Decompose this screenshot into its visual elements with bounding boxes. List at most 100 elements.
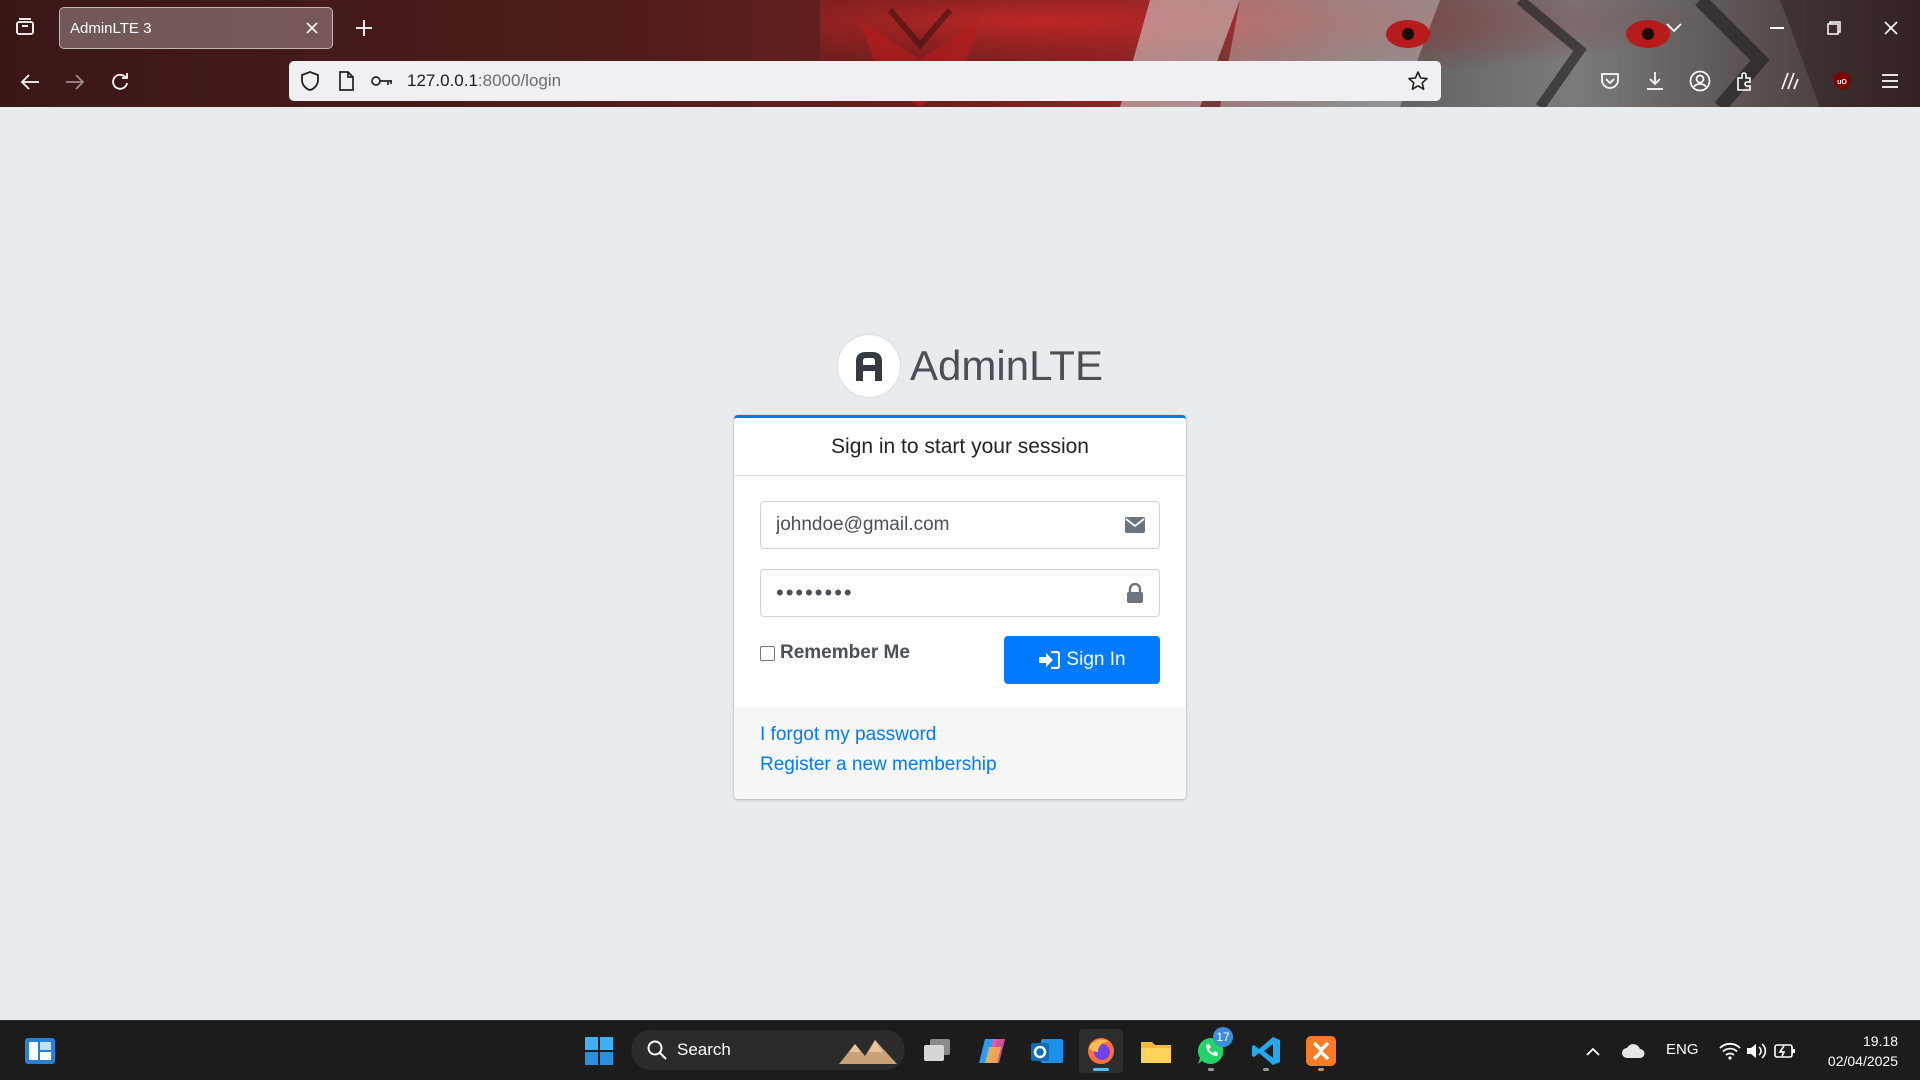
url-host: 127.0.0.1: [407, 71, 478, 90]
ublock-icon: uO: [1834, 72, 1850, 90]
close-tab-button[interactable]: [298, 14, 326, 42]
close-icon: [1884, 21, 1898, 35]
site-info-button[interactable]: [331, 66, 361, 96]
widgets-icon: [25, 1038, 55, 1064]
back-icon: [20, 74, 39, 90]
list-all-tabs-button[interactable]: [1654, 12, 1694, 44]
active-indicator: [1093, 1068, 1109, 1071]
remember-me-label[interactable]: Remember Me: [780, 642, 910, 664]
ublock-button[interactable]: uO: [1826, 65, 1858, 97]
file-explorer-button[interactable]: [1134, 1029, 1178, 1073]
whatsapp-badge: 17: [1213, 1027, 1233, 1047]
tab-list-button[interactable]: [10, 12, 40, 42]
browser-chrome: AdminLTE 3 127.0.0.1:8000/login uO: [0, 0, 1920, 107]
forward-button[interactable]: [58, 65, 92, 99]
menu-icon: [1882, 74, 1898, 88]
sign-in-label: Sign In: [1066, 649, 1126, 670]
running-indicator: [1208, 1068, 1214, 1071]
search-icon: [647, 1040, 667, 1060]
password-key-button[interactable]: [367, 66, 397, 96]
vscode-button[interactable]: [1244, 1029, 1288, 1073]
url-text: 127.0.0.1:8000/login: [407, 71, 561, 91]
battery-icon: [1774, 1044, 1795, 1058]
remember-me[interactable]: Remember Me: [760, 642, 910, 664]
onedrive-button[interactable]: [1611, 1029, 1655, 1073]
login-card-footer: I forgot my password Register a new memb…: [734, 707, 1186, 799]
star-icon: [1408, 71, 1428, 90]
clock[interactable]: 19.18 02/04/2025: [1828, 1031, 1898, 1071]
bookmark-button[interactable]: [1403, 66, 1433, 96]
shield-icon: [301, 71, 319, 91]
remember-me-checkbox[interactable]: [760, 645, 775, 661]
taskbar: Search 17 ENG 19.18 02/04/2025: [0, 1020, 1920, 1080]
adminlte-logo: [838, 335, 900, 397]
show-hidden-icons-button[interactable]: [1571, 1029, 1615, 1073]
minimize-icon: [1770, 27, 1784, 29]
restore-button[interactable]: [1814, 12, 1854, 44]
clock-date: 02/04/2025: [1827, 1053, 1898, 1069]
task-view-icon: [924, 1039, 950, 1061]
pocket-icon: [1601, 73, 1619, 89]
search-highlight-image: [839, 1040, 897, 1064]
clock-time: 19.18: [1862, 1033, 1898, 1049]
account-icon: [1689, 70, 1711, 92]
tab-strip: AdminLTE 3: [0, 0, 1920, 56]
login-logo[interactable]: AdminLTE: [838, 335, 1103, 397]
logo-text-light: LTE: [1029, 342, 1103, 389]
adminlte-logo-icon: [856, 352, 882, 381]
task-view-button[interactable]: [915, 1029, 959, 1073]
password-input-group: [760, 569, 1160, 617]
windows-icon: [585, 1037, 613, 1065]
restore-icon: [1827, 21, 1841, 35]
tab-list-icon: [16, 18, 34, 35]
firefox-icon: [1088, 1038, 1114, 1064]
tab-adminlte[interactable]: AdminLTE 3: [59, 7, 333, 49]
tracking-protection-button[interactable]: [295, 66, 325, 96]
close-window-button[interactable]: [1871, 12, 1911, 44]
whatsapp-button[interactable]: 17: [1189, 1027, 1233, 1073]
reader-icon: [1781, 72, 1799, 90]
widgets-button[interactable]: [18, 1029, 62, 1073]
file-explorer-icon: [1141, 1042, 1171, 1063]
copilot-button[interactable]: [970, 1029, 1014, 1073]
new-tab-button[interactable]: [349, 13, 379, 43]
register-link[interactable]: Register a new membership: [760, 754, 997, 776]
account-button[interactable]: [1684, 65, 1716, 97]
outlook-button[interactable]: [1025, 1029, 1069, 1073]
pocket-button[interactable]: [1594, 65, 1626, 97]
vscode-icon: [1252, 1037, 1280, 1065]
page-icon: [339, 71, 354, 91]
running-indicator: [1263, 1068, 1269, 1071]
plus-icon: [356, 20, 372, 36]
forward-icon: [66, 74, 85, 90]
logo-text: AdminLTE: [910, 342, 1103, 390]
downloads-button[interactable]: [1639, 65, 1671, 97]
envelope-icon: [1111, 502, 1159, 548]
email-field[interactable]: [761, 503, 1111, 547]
sign-in-button[interactable]: Sign In: [1004, 636, 1160, 684]
login-card-title: Sign in to start your session: [734, 418, 1186, 476]
minimize-button[interactable]: [1757, 12, 1797, 44]
reader-button[interactable]: [1774, 65, 1806, 97]
outlook-icon: [1031, 1039, 1063, 1063]
reload-button[interactable]: [103, 65, 137, 99]
back-button[interactable]: [13, 65, 47, 99]
password-field[interactable]: [761, 571, 1111, 615]
extensions-button[interactable]: [1729, 65, 1761, 97]
xampp-icon: [1306, 1036, 1336, 1066]
xampp-button[interactable]: [1299, 1029, 1343, 1073]
reload-icon: [112, 73, 128, 90]
taskbar-search[interactable]: Search: [631, 1030, 905, 1070]
battery-button[interactable]: [1763, 1029, 1807, 1073]
start-button[interactable]: [577, 1029, 621, 1073]
address-bar[interactable]: 127.0.0.1:8000/login: [289, 61, 1441, 101]
language-indicator[interactable]: ENG: [1666, 1041, 1699, 1058]
app-menu-button[interactable]: [1874, 65, 1906, 97]
download-icon: [1647, 72, 1663, 90]
close-icon: [306, 22, 318, 34]
forgot-password-link[interactable]: I forgot my password: [760, 724, 936, 746]
lock-icon: [1111, 570, 1159, 616]
cloud-icon: [1622, 1044, 1645, 1058]
extensions-icon: [1737, 72, 1751, 91]
firefox-button[interactable]: [1079, 1029, 1123, 1073]
